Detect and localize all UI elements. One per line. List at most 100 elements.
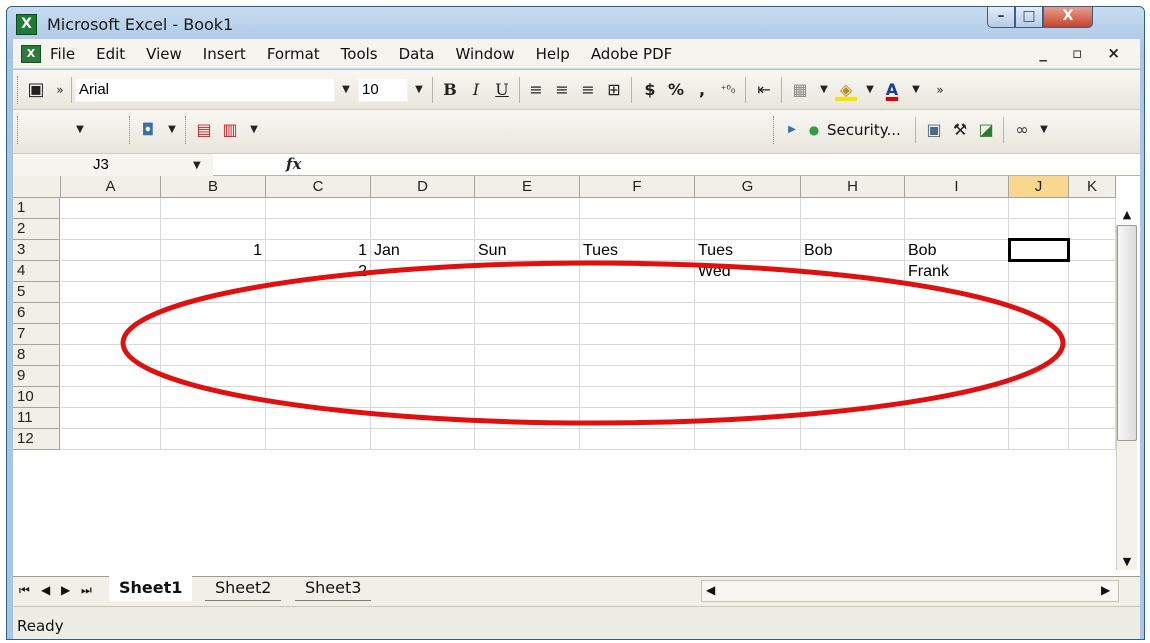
cell-f11[interactable] (580, 408, 695, 429)
cell-j1[interactable] (1009, 198, 1069, 219)
next-sheet-icon[interactable]: ▶ (61, 583, 70, 597)
cell-e1[interactable] (475, 198, 580, 219)
cell-k5[interactable] (1069, 282, 1116, 303)
menu-view[interactable]: View (145, 43, 183, 65)
cell-d3[interactable]: Jan (371, 240, 475, 261)
comma-button[interactable]: , (691, 79, 713, 101)
horizontal-scrollbar[interactable] (701, 580, 1119, 602)
cell-k8[interactable] (1069, 345, 1116, 366)
cell-e9[interactable] (475, 366, 580, 387)
cell-h2[interactable] (801, 219, 905, 240)
cell-j11[interactable] (1009, 408, 1069, 429)
cell-f10[interactable] (580, 387, 695, 408)
cell-g8[interactable] (695, 345, 801, 366)
cell-b6[interactable] (161, 303, 266, 324)
column-header-c[interactable]: C (266, 176, 371, 198)
cell-i11[interactable] (905, 408, 1009, 429)
cell-h8[interactable] (801, 345, 905, 366)
cell-c5[interactable] (266, 282, 371, 303)
cell-k9[interactable] (1069, 366, 1116, 387)
cell-f8[interactable] (580, 345, 695, 366)
cell-g10[interactable] (695, 387, 801, 408)
cell-c8[interactable] (266, 345, 371, 366)
cell-a12[interactable] (61, 429, 161, 450)
cell-j12[interactable] (1009, 429, 1069, 450)
cell-f4[interactable] (580, 261, 695, 282)
cell-i5[interactable] (905, 282, 1009, 303)
cell-a4[interactable] (61, 261, 161, 282)
cell-k4[interactable] (1069, 261, 1116, 282)
fill-color-button[interactable]: ◈ (835, 79, 857, 101)
workbook-icon[interactable]: X (21, 44, 41, 63)
cell-b7[interactable] (161, 324, 266, 345)
cell-d12[interactable] (371, 429, 475, 450)
cell-h6[interactable] (801, 303, 905, 324)
cell-j9[interactable] (1009, 366, 1069, 387)
cell-d2[interactable] (371, 219, 475, 240)
cell-i4[interactable]: Frank (905, 261, 1009, 282)
save-icon[interactable]: ▣ (25, 79, 47, 101)
row-header-10[interactable]: 10 (13, 387, 60, 408)
cell-f12[interactable] (580, 429, 695, 450)
cell-d7[interactable] (371, 324, 475, 345)
cell-k7[interactable] (1069, 324, 1116, 345)
cell-i2[interactable] (905, 219, 1009, 240)
menu-help[interactable]: Help (535, 43, 571, 65)
cell-e6[interactable] (475, 303, 580, 324)
research-dropdown-icon[interactable]: ▼ (161, 119, 183, 141)
cell-h7[interactable] (801, 324, 905, 345)
font-size-box[interactable]: 10 (358, 78, 408, 102)
cell-c7[interactable] (266, 324, 371, 345)
row-header-9[interactable]: 9 (13, 366, 60, 387)
cell-f5[interactable] (580, 282, 695, 303)
cell-a5[interactable] (61, 282, 161, 303)
toolbar-grip[interactable] (185, 116, 188, 144)
cell-f2[interactable] (580, 219, 695, 240)
cell-c12[interactable] (266, 429, 371, 450)
cell-j8[interactable] (1009, 345, 1069, 366)
toolbar-dropdown-icon[interactable]: ▼ (69, 119, 91, 141)
percent-button[interactable]: % (665, 79, 687, 101)
menu-edit[interactable]: Edit (95, 43, 126, 65)
row-header-2[interactable]: 2 (13, 219, 60, 240)
name-box[interactable]: J3 (13, 154, 213, 176)
cell-a3[interactable] (61, 240, 161, 261)
tab-sheet3[interactable]: Sheet3 (295, 576, 372, 601)
cell-d8[interactable] (371, 345, 475, 366)
research-icon[interactable]: ◘ (137, 119, 159, 141)
cell-g4[interactable]: Wed (695, 261, 801, 282)
cell-k11[interactable] (1069, 408, 1116, 429)
cell-g7[interactable] (695, 324, 801, 345)
align-left-button[interactable]: ≡ (525, 79, 547, 101)
cell-a11[interactable] (61, 408, 161, 429)
underline-button[interactable]: U (491, 79, 513, 101)
prev-sheet-icon[interactable]: ◀ (41, 583, 50, 597)
menu-format[interactable]: Format (266, 43, 321, 65)
cell-a6[interactable] (61, 303, 161, 324)
column-header-i[interactable]: I (905, 176, 1009, 198)
cell-h11[interactable] (801, 408, 905, 429)
cell-g2[interactable] (695, 219, 801, 240)
cell-j5[interactable] (1009, 282, 1069, 303)
cell-e12[interactable] (475, 429, 580, 450)
cell-e5[interactable] (475, 282, 580, 303)
cell-k10[interactable] (1069, 387, 1116, 408)
cell-c2[interactable] (266, 219, 371, 240)
toolbar-options-icon[interactable]: » (929, 79, 951, 101)
close-button[interactable]: X (1043, 7, 1093, 28)
cell-g9[interactable] (695, 366, 801, 387)
cell-h9[interactable] (801, 366, 905, 387)
cell-f7[interactable] (580, 324, 695, 345)
cell-k1[interactable] (1069, 198, 1116, 219)
cell-d11[interactable] (371, 408, 475, 429)
cell-b4[interactable] (161, 261, 266, 282)
italic-button[interactable]: I (465, 79, 487, 101)
cell-b11[interactable] (161, 408, 266, 429)
select-all-corner[interactable] (13, 176, 61, 198)
menu-insert[interactable]: Insert (202, 43, 247, 65)
name-box-dropdown-icon[interactable]: ▼ (193, 160, 201, 171)
cell-i10[interactable] (905, 387, 1009, 408)
cell-f3[interactable]: Tues (580, 240, 695, 261)
row-header-11[interactable]: 11 (13, 408, 60, 429)
toolbar-grip[interactable] (17, 76, 20, 104)
